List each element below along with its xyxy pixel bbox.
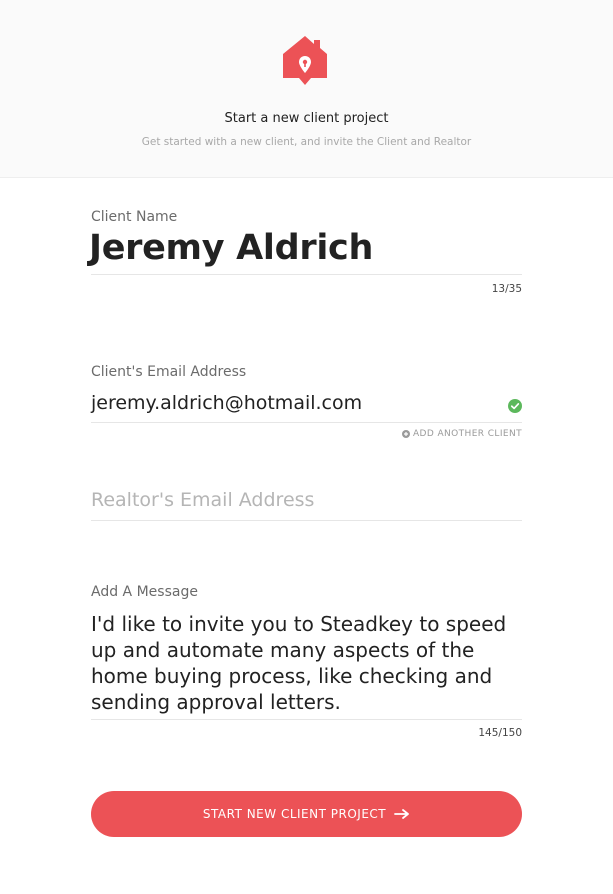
plus-circle-icon bbox=[402, 430, 410, 438]
realtor-email-underline bbox=[91, 520, 522, 521]
client-email-field[interactable]: jeremy.aldrich@hotmail.com bbox=[91, 392, 362, 414]
client-email-underline bbox=[91, 422, 522, 423]
page-subtitle: Get started with a new client, and invit… bbox=[141, 136, 472, 148]
start-button-label: START NEW CLIENT PROJECT bbox=[202, 807, 387, 821]
start-new-client-project-button[interactable]: START NEW CLIENT PROJECT bbox=[91, 791, 522, 837]
page-title: Start a new client project bbox=[224, 111, 389, 126]
message-label: Add A Message bbox=[91, 584, 198, 600]
message-field[interactable]: I'd like to invite you to Steadkey to sp… bbox=[91, 611, 531, 715]
house-keyhole-logo-icon bbox=[283, 36, 327, 85]
client-name-field[interactable]: Jeremy Aldrich bbox=[89, 228, 373, 268]
message-underline bbox=[91, 719, 522, 720]
check-circle-icon bbox=[508, 399, 522, 413]
client-email-label: Client's Email Address bbox=[91, 364, 247, 380]
add-another-client-link[interactable]: ADD ANOTHER CLIENT bbox=[402, 429, 522, 439]
client-name-label: Client Name bbox=[91, 209, 178, 225]
realtor-email-field[interactable] bbox=[91, 489, 522, 511]
add-another-client-label: ADD ANOTHER CLIENT bbox=[413, 429, 522, 439]
message-counter: 145/150 bbox=[478, 727, 522, 739]
page-header: Start a new client project Get started w… bbox=[0, 0, 613, 178]
client-name-underline bbox=[91, 274, 522, 275]
arrow-right-icon bbox=[394, 809, 410, 819]
client-name-counter: 13/35 bbox=[491, 283, 522, 295]
